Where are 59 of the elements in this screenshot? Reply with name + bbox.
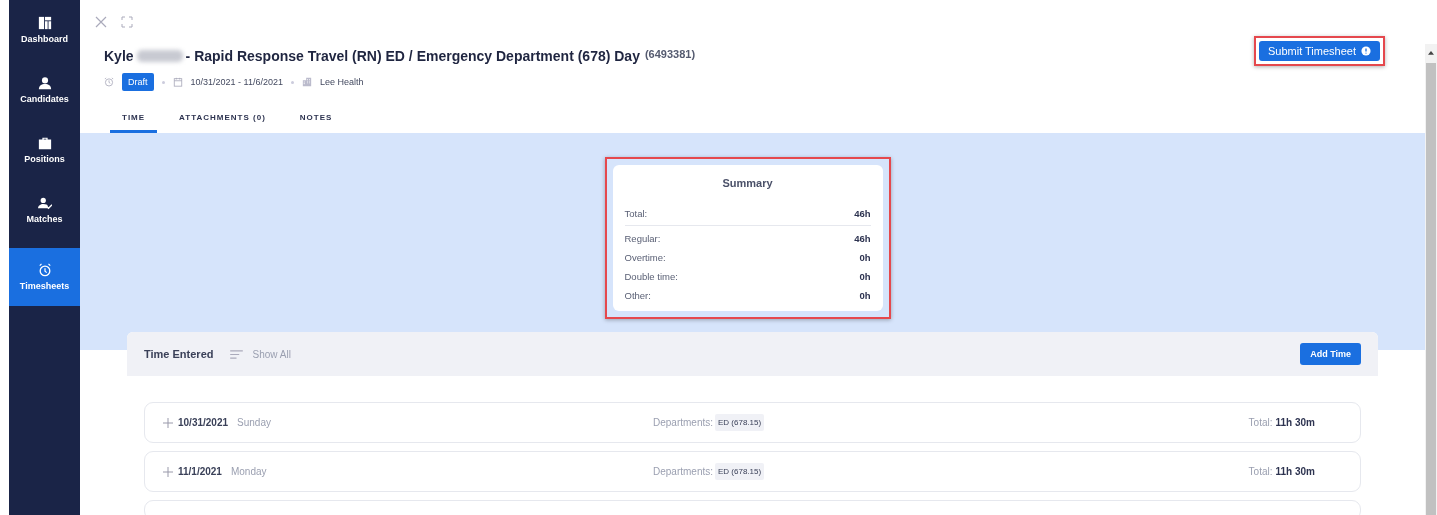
weekday: Monday bbox=[230, 466, 267, 477]
department-tag: ED (678.15) bbox=[715, 463, 765, 480]
scrollbar[interactable] bbox=[1425, 44, 1437, 515]
add-time-button[interactable]: Add Time bbox=[1300, 343, 1361, 365]
tab[interactable]: ATTACHMENTS (0) bbox=[167, 107, 278, 133]
day-date: 11/1/2021 bbox=[178, 466, 222, 477]
building-icon bbox=[301, 77, 312, 87]
departments-label: Departments: bbox=[653, 466, 714, 477]
page-title: - Rapid Response Travel (RN) ED / Emergency Department (678) Day bbox=[185, 48, 640, 64]
summary-title: Summary bbox=[721, 177, 774, 189]
summary-label: Double time: bbox=[624, 271, 678, 282]
dashboard-icon bbox=[37, 16, 52, 30]
day-row[interactable]: 10/31/2021 Sunday Departments: ED (678.15) Total: 11h 30m bbox=[144, 402, 1361, 443]
person-check-icon bbox=[37, 196, 52, 210]
day-row[interactable]: 11/1/2021 Monday Departments: ED (678.15) Total: 11h 30m bbox=[144, 451, 1361, 492]
scrollbar-thumb[interactable] bbox=[1426, 63, 1436, 515]
tab[interactable]: NOTES bbox=[287, 107, 345, 133]
day-date: 10/31/2021 bbox=[178, 417, 229, 428]
weekday: Sunday bbox=[237, 417, 271, 428]
nav-item[interactable]: Positions bbox=[9, 128, 80, 172]
timesheet-id: (6493381) bbox=[644, 48, 696, 60]
filter-icon[interactable] bbox=[229, 349, 243, 359]
status-badge: Draft bbox=[122, 73, 154, 91]
plus-icon[interactable] bbox=[163, 466, 173, 477]
summary-value: 0h bbox=[859, 252, 871, 263]
summary-label: Overtime: bbox=[624, 252, 666, 263]
total-label: Total: bbox=[1248, 417, 1273, 428]
nav-item[interactable]: Matches bbox=[9, 188, 80, 232]
plus-icon[interactable] bbox=[163, 417, 173, 428]
nav-item[interactable]: Timesheets bbox=[9, 248, 80, 306]
page-title: Kyle bbox=[104, 48, 134, 64]
date-range: 10/31/2021 - 11/6/2021 bbox=[190, 77, 283, 87]
summary-value: 46h bbox=[854, 233, 871, 244]
calendar-icon bbox=[172, 77, 183, 87]
alarm-clock-icon bbox=[37, 263, 52, 277]
summary-value: 0h bbox=[859, 290, 871, 301]
facility-name: Lee Health bbox=[319, 77, 364, 87]
briefcase-icon bbox=[37, 136, 52, 150]
summary-label: Regular: bbox=[624, 233, 661, 244]
department-tag: ED (678.15) bbox=[715, 414, 765, 431]
submit-timesheet-button[interactable]: Submit Timesheet bbox=[1258, 41, 1380, 61]
summary-value: 46h bbox=[854, 207, 871, 219]
nav-item[interactable]: Candidates bbox=[9, 68, 80, 112]
summary-value: 0h bbox=[859, 271, 871, 282]
close-icon[interactable] bbox=[95, 16, 107, 28]
day-total: 11h 30m bbox=[1275, 417, 1315, 428]
alarm-clock-icon bbox=[104, 77, 114, 87]
alert-icon bbox=[1361, 46, 1371, 56]
total-label: Total: bbox=[1248, 466, 1273, 477]
nav-item[interactable]: Dashboard bbox=[9, 8, 80, 52]
summary-label: Total: bbox=[624, 207, 648, 219]
summary-label: Other: bbox=[624, 290, 651, 301]
redacted-name bbox=[136, 50, 183, 62]
day-total: 11h 30m bbox=[1275, 466, 1315, 477]
panel-title: Time Entered bbox=[144, 348, 214, 360]
person-icon bbox=[37, 76, 52, 90]
scroll-up-icon[interactable] bbox=[1428, 50, 1434, 55]
departments-label: Departments: bbox=[653, 417, 714, 428]
expand-icon[interactable] bbox=[121, 16, 133, 28]
